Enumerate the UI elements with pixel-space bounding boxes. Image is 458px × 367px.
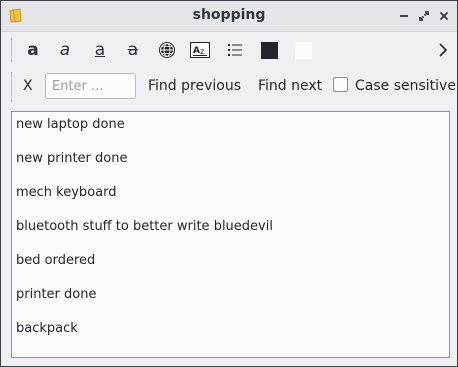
bullet-list-button[interactable] xyxy=(223,38,247,62)
check-spelling-button[interactable]: A z xyxy=(188,38,212,62)
minimize-button[interactable] xyxy=(396,8,412,24)
color-swatch-icon xyxy=(260,41,278,59)
close-icon xyxy=(439,11,449,21)
note-line: bluetooth stuff to better write bluedevi… xyxy=(16,219,273,234)
restore-button[interactable] xyxy=(416,8,432,24)
note-line: bed ordered xyxy=(16,253,96,268)
text-color-button[interactable] xyxy=(257,38,281,62)
toolbar-grip[interactable] xyxy=(11,38,14,62)
bold-button[interactable]: a xyxy=(21,38,45,62)
spellcheck-icon: A z xyxy=(190,42,210,58)
bold-a-icon: a xyxy=(27,39,39,60)
underline-button[interactable]: a xyxy=(88,38,112,62)
format-toolbar: a a a a A z xyxy=(1,32,457,68)
case-sensitive-checkbox[interactable] xyxy=(333,77,348,92)
note-editor[interactable]: new laptop done new printer done mech ke… xyxy=(11,111,450,358)
toolbar-overflow-button[interactable] xyxy=(431,38,455,62)
find-next-button[interactable]: Find next xyxy=(258,78,322,94)
list-icon xyxy=(228,44,242,56)
svg-text:A: A xyxy=(193,46,200,56)
title-bar[interactable]: shopping xyxy=(1,1,457,32)
background-color-button[interactable] xyxy=(291,38,315,62)
note-line: new printer done xyxy=(16,151,128,166)
svg-text:z: z xyxy=(200,47,204,56)
color-swatch-icon xyxy=(294,41,312,59)
globe-icon xyxy=(159,42,175,58)
case-sensitive-label: Case sensitive xyxy=(355,78,456,94)
minimize-icon xyxy=(400,15,408,17)
find-bar: X Find previous Find next Case sensitive xyxy=(1,68,457,106)
note-line: new laptop done xyxy=(16,117,125,132)
find-input[interactable] xyxy=(45,73,136,99)
note-window: shopping a a a a A z X Enter ... Find pr… xyxy=(0,0,458,367)
findbar-grip[interactable] xyxy=(11,72,14,102)
strikethrough-a-icon: a xyxy=(127,39,139,60)
strikethrough-button[interactable]: a xyxy=(121,38,145,62)
find-previous-button[interactable]: Find previous xyxy=(148,78,241,94)
italic-button[interactable]: a xyxy=(53,38,77,62)
note-line: mech keyboard xyxy=(16,185,117,200)
underline-a-icon: a xyxy=(94,39,106,60)
close-button[interactable] xyxy=(436,8,452,24)
chevron-right-icon xyxy=(439,43,448,57)
note-line: backpack xyxy=(16,321,78,336)
note-line: printer done xyxy=(16,287,97,302)
find-close-button[interactable]: X xyxy=(23,78,37,94)
italic-a-icon: a xyxy=(59,39,71,60)
link-button[interactable] xyxy=(155,38,179,62)
window-title: shopping xyxy=(192,7,266,23)
restore-icon xyxy=(419,11,429,21)
